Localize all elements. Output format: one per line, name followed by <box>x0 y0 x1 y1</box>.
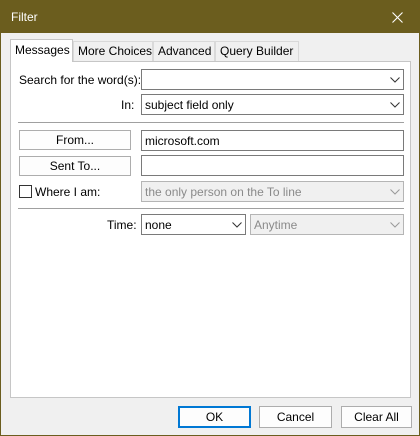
filter-dialog: Filter Messages More Choices Advanced Qu… <box>0 0 420 436</box>
ok-button[interactable]: OK <box>178 406 251 428</box>
cancel-button[interactable]: Cancel <box>259 406 332 428</box>
tab-strip: Messages More Choices Advanced Query Bui… <box>10 39 410 62</box>
from-button[interactable]: From... <box>19 130 131 150</box>
tab-query-builder[interactable]: Query Builder <box>215 41 299 61</box>
tab-label: Advanced <box>158 44 212 58</box>
tab-more-choices[interactable]: More Choices <box>73 41 153 61</box>
time-value: none <box>145 218 172 232</box>
search-combobox[interactable] <box>141 69 404 90</box>
where-i-am-value: the only person on the To line <box>145 185 302 199</box>
in-combobox[interactable]: subject field only <box>141 94 404 115</box>
chevron-down-icon <box>386 215 403 234</box>
separator <box>18 122 404 123</box>
title-bar: Filter <box>1 1 419 33</box>
where-i-am-label: Where I am: <box>35 185 101 199</box>
close-button[interactable] <box>375 1 419 33</box>
sent-to-button[interactable]: Sent To... <box>19 156 131 176</box>
tab-messages[interactable]: Messages <box>10 39 73 62</box>
in-value: subject field only <box>145 98 234 112</box>
tab-advanced[interactable]: Advanced <box>153 41 215 61</box>
tab-label: More Choices <box>78 44 153 58</box>
time-range-value: Anytime <box>254 218 298 232</box>
separator <box>18 208 404 209</box>
where-i-am-combobox: the only person on the To line <box>141 181 404 202</box>
chevron-down-icon <box>386 182 403 201</box>
tab-label: Query Builder <box>220 44 294 58</box>
time-range-combobox: Anytime <box>250 214 404 235</box>
chevron-down-icon[interactable] <box>228 215 245 234</box>
time-label: Time: <box>107 218 137 232</box>
sent-to-field[interactable] <box>141 155 404 176</box>
messages-panel: Search for the word(s): In: subject fiel… <box>10 61 411 398</box>
from-field[interactable]: microsoft.com <box>141 130 404 151</box>
in-label: In: <box>121 98 135 112</box>
time-combobox[interactable]: none <box>141 214 246 235</box>
from-value: microsoft.com <box>145 134 220 148</box>
window-title: Filter <box>11 10 38 24</box>
clear-all-button[interactable]: Clear All <box>341 406 412 428</box>
tab-label: Messages <box>15 43 70 57</box>
close-icon <box>391 11 403 23</box>
chevron-down-icon[interactable] <box>386 95 403 114</box>
search-label: Search for the word(s): <box>19 73 142 87</box>
chevron-down-icon[interactable] <box>386 70 403 89</box>
where-i-am-checkbox[interactable] <box>19 185 32 198</box>
